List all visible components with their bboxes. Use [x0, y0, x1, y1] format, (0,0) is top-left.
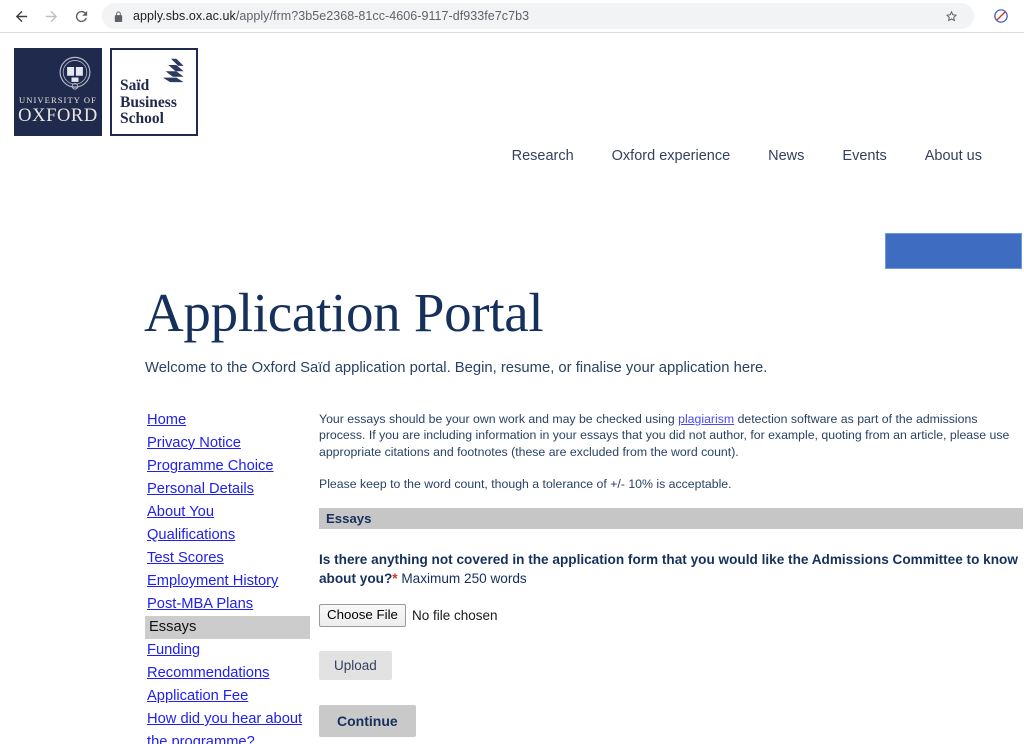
sidebar-item-recommendations[interactable]: Recommendations [145, 662, 310, 685]
nav-item-events[interactable]: Events [842, 148, 886, 164]
back-arrow-icon [13, 8, 30, 25]
choose-file-button[interactable]: Choose File [319, 604, 406, 628]
file-upload-row[interactable]: Choose File No file chosen [319, 604, 1023, 628]
said-wordmark-line2: Business [120, 93, 177, 111]
sidebar-item-employment-history[interactable]: Employment History [145, 570, 310, 593]
sidebar-item-privacy-notice[interactable]: Privacy Notice [145, 432, 310, 455]
sidebar-item-qualifications[interactable]: Qualifications [145, 524, 310, 547]
forward-button[interactable] [36, 1, 66, 31]
sidebar-item-essays[interactable]: Essays [145, 616, 310, 639]
sidebar-item-home[interactable]: Home [145, 409, 310, 432]
application-sidebar: Home Privacy Notice Programme Choice Per… [145, 409, 310, 744]
top-navigation: Research Oxford experience News Events A… [0, 148, 1006, 164]
oxford-crest-icon [54, 53, 96, 95]
file-status-text: No file chosen [411, 608, 498, 624]
bookmark-star-icon[interactable] [940, 5, 962, 27]
nav-item-about-us[interactable]: About us [925, 148, 982, 164]
continue-button[interactable]: Continue [319, 705, 416, 738]
required-asterisk: * [392, 571, 398, 587]
page-subtitle: Welcome to the Oxford Saïd application p… [145, 360, 768, 376]
blue-placeholder-box[interactable] [885, 233, 1022, 269]
nav-item-research[interactable]: Research [512, 148, 574, 164]
sidebar-item-test-scores[interactable]: Test Scores [145, 547, 310, 570]
said-wordmark: Saïd Business School [120, 76, 177, 128]
url-host: apply.sbs.ox.ac.uk [133, 9, 236, 23]
said-business-school-logo[interactable]: Saïd Business School [110, 48, 198, 136]
lock-icon [113, 10, 124, 23]
word-count-note: Please keep to the word count, though a … [319, 476, 732, 491]
sidebar-item-post-mba-plans[interactable]: Post-MBA Plans [145, 593, 310, 616]
sidebar-item-funding[interactable]: Funding [145, 639, 310, 662]
nav-item-oxford-experience[interactable]: Oxford experience [612, 148, 730, 164]
said-wordmark-line1: Saïd [120, 76, 150, 94]
url-path: /apply/frm?3b5e2368-81cc-4606-9117-df933… [235, 9, 530, 23]
address-bar[interactable]: apply.sbs.ox.ac.uk/apply/frm?3b5e2368-81… [102, 3, 974, 29]
said-wordmark-line3: School [120, 110, 164, 128]
essays-section-header: Essays [319, 508, 1023, 530]
upload-button[interactable]: Upload [319, 651, 392, 681]
main-content: Your essays should be your own work and … [319, 411, 1023, 738]
essays-section-title: Essays [326, 511, 372, 527]
url-text: apply.sbs.ox.ac.uk/apply/frm?3b5e2368-81… [133, 9, 529, 23]
browser-toolbar: apply.sbs.ox.ac.uk/apply/frm?3b5e2368-81… [0, 0, 1024, 33]
site-logos[interactable]: UNIVERSITY OF OXFORD Saïd Business Schoo… [14, 48, 198, 136]
sidebar-item-application-fee[interactable]: Application Fee [145, 685, 310, 708]
sidebar-item-how-did-you-hear[interactable]: How did you hear about the programme? [145, 708, 310, 744]
oxford-university-logo[interactable]: UNIVERSITY OF OXFORD [14, 48, 102, 136]
forward-arrow-icon [43, 8, 60, 25]
sidebar-item-about-you[interactable]: About You [145, 501, 310, 524]
nav-item-news[interactable]: News [768, 148, 804, 164]
oxford-wordmark-line1: UNIVERSITY OF [19, 95, 97, 105]
back-button[interactable] [6, 1, 36, 31]
max-words-hint: Maximum 250 words [401, 571, 527, 587]
oxford-wordmark-line2: OXFORD [18, 106, 98, 126]
page-body: UNIVERSITY OF OXFORD Saïd Business Schoo… [0, 33, 1024, 744]
page-title: Application Portal [144, 282, 544, 343]
reload-icon [73, 8, 90, 25]
blocked-circle-icon[interactable] [988, 3, 1014, 29]
sidebar-item-programme-choice[interactable]: Programme Choice [145, 455, 310, 478]
reload-button[interactable] [66, 1, 96, 31]
intro-text-part1: Your essays should be your own work and … [319, 412, 679, 426]
plagiarism-link[interactable]: plagiarism [678, 412, 734, 426]
essay-question: Is there anything not covered in the app… [319, 550, 1019, 588]
sidebar-item-personal-details[interactable]: Personal Details [145, 478, 310, 501]
plagiarism-intro-paragraph: Your essays should be your own work and … [319, 411, 1023, 460]
oxford-wordmark: UNIVERSITY OF OXFORD [14, 95, 102, 127]
